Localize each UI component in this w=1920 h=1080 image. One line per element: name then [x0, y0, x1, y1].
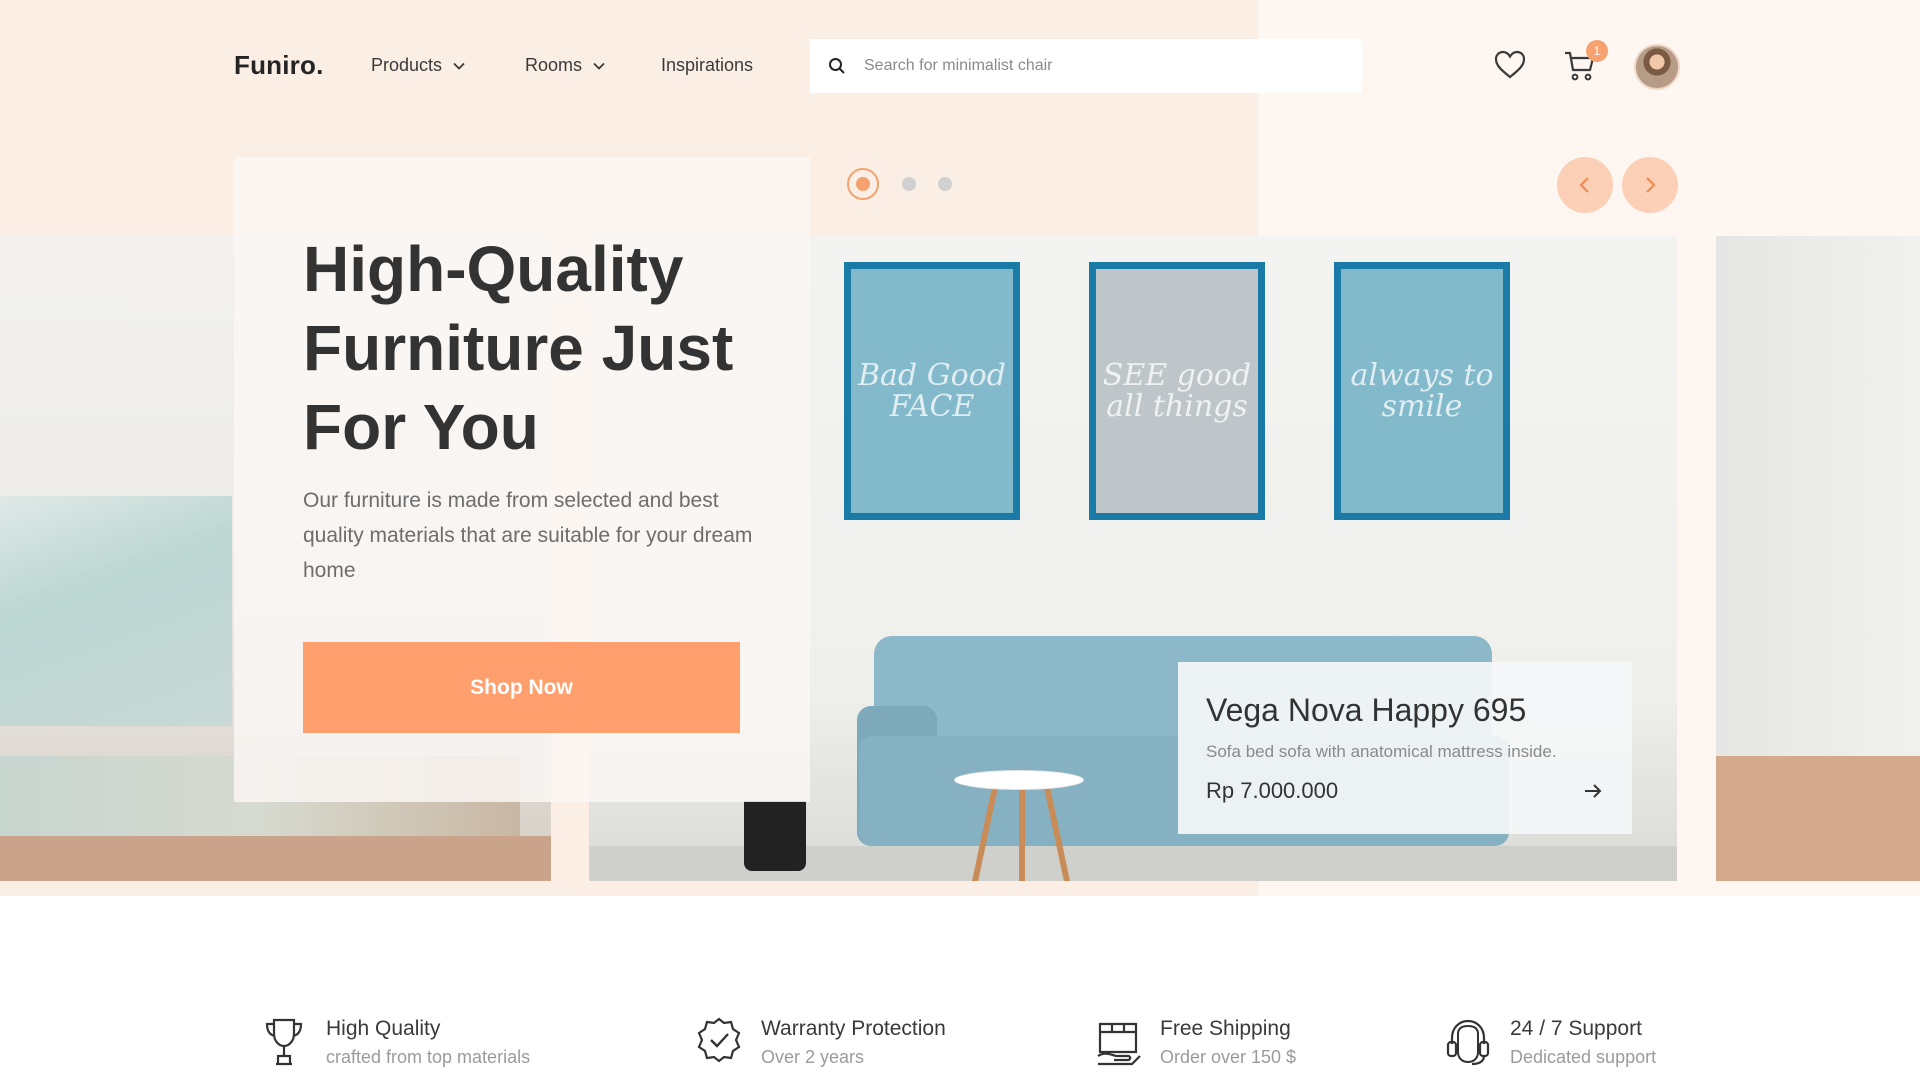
heart-icon [1494, 50, 1526, 79]
feature-subtitle: crafted from top materials [326, 1047, 531, 1067]
hero-title: High-Quality Furniture Just For You [303, 233, 734, 463]
carousel-prev-button[interactable] [1557, 157, 1613, 213]
nav-products[interactable]: Products [371, 55, 466, 76]
search-input[interactable] [864, 57, 1344, 75]
side-table [954, 770, 1084, 790]
feature-subtitle: Order over 150 $ [1160, 1047, 1297, 1067]
arrow-right-icon[interactable] [1582, 780, 1604, 802]
trophy-icon [265, 1018, 303, 1066]
wishlist-button[interactable] [1494, 50, 1526, 85]
feature-support: 24 / 7 Support Dedicated support [1444, 1016, 1656, 1068]
table-leg [1019, 784, 1025, 881]
cart-count-badge: 1 [1586, 40, 1608, 62]
nav-rooms-label: Rooms [525, 55, 583, 75]
product-price: Rp 7.000.000 [1206, 778, 1339, 803]
chevron-down-icon [593, 62, 605, 70]
shop-now-button[interactable]: Shop Now [303, 642, 740, 733]
headset-icon [1446, 1019, 1490, 1066]
badge-check-icon [697, 1017, 741, 1063]
nav-inspirations-label: Inspirations [661, 55, 754, 75]
carousel-dot[interactable] [902, 177, 916, 191]
feature-high-quality: High Quality crafted from top materials [260, 1016, 530, 1068]
feature-title: Free Shipping [1160, 1017, 1291, 1040]
carousel-dot-active[interactable] [847, 168, 879, 200]
hero-image-next [1716, 236, 1920, 881]
chevron-left-icon [1579, 177, 1589, 193]
nav-products-label: Products [371, 55, 443, 75]
carousel-dot[interactable] [938, 177, 952, 191]
feature-title: High Quality [326, 1017, 441, 1040]
wall-frame: always to smile [1334, 262, 1510, 520]
product-name: Vega Nova Happy 695 [1206, 692, 1527, 728]
bed [0, 496, 232, 726]
feature-subtitle: Dedicated support [1510, 1047, 1657, 1067]
logo[interactable]: Funiro. [234, 50, 324, 81]
shipping-box-icon [1097, 1022, 1141, 1066]
product-card[interactable]: Vega Nova Happy 695 Sofa bed sofa with a… [1178, 662, 1632, 834]
chevron-down-icon [453, 62, 465, 70]
carousel-next-button[interactable] [1622, 157, 1678, 213]
floor [0, 836, 551, 881]
feature-warranty: Warranty Protection Over 2 years [695, 1016, 946, 1068]
nav-rooms[interactable]: Rooms [525, 55, 606, 76]
avatar[interactable] [1634, 44, 1680, 90]
feature-subtitle: Over 2 years [761, 1047, 865, 1067]
search-icon [829, 58, 845, 74]
product-description: Sofa bed sofa with anatomical mattress i… [1206, 742, 1557, 761]
wall-frame: SEE good all things [1089, 262, 1265, 520]
plant-pot [744, 801, 806, 871]
chevron-right-icon [1646, 177, 1656, 193]
feature-title: 24 / 7 Support [1510, 1017, 1642, 1040]
hero-description: Our furniture is made from selected and … [303, 489, 753, 582]
feature-title: Warranty Protection [761, 1017, 946, 1040]
product-price-row: Rp 7.000.000 [1206, 778, 1604, 804]
feature-free-shipping: Free Shipping Order over 150 $ [1094, 1016, 1296, 1068]
floor [1716, 756, 1920, 881]
search-bar [810, 39, 1362, 93]
nav-inspirations[interactable]: Inspirations [661, 55, 753, 76]
wall-frame: Bad Good FACE [844, 262, 1020, 520]
